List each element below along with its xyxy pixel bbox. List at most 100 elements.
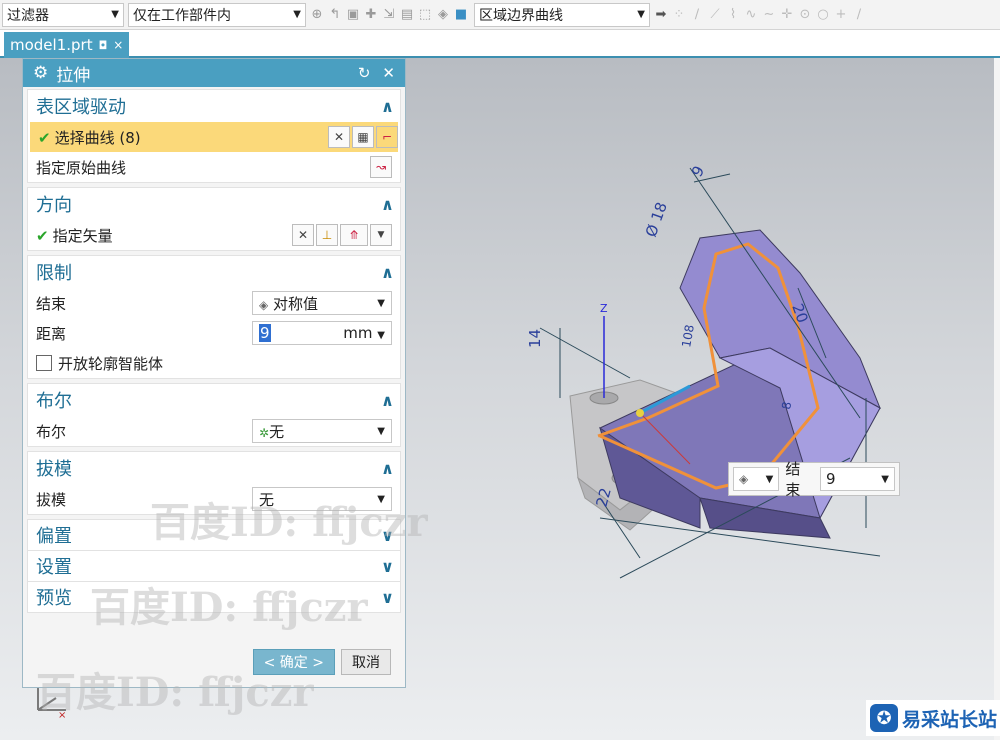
section-settings-header[interactable]: 设置 ∨ xyxy=(28,551,400,581)
draft-row: 拔模 无 ▼ xyxy=(28,484,400,514)
ok-button[interactable]: < 确定 > xyxy=(252,649,335,675)
expand-down-icon[interactable]: ∨ xyxy=(381,557,394,576)
cross-icon[interactable]: + xyxy=(834,7,848,22)
cancel-button[interactable]: 取消 xyxy=(341,649,391,675)
chevron-down-icon: ▼ xyxy=(881,473,889,485)
filter-dropdown[interactable]: 过滤器 ▼ xyxy=(2,2,124,27)
float-end-value-input[interactable]: 9 ▼ xyxy=(820,467,895,491)
chevron-down-icon: ▼ xyxy=(377,297,385,309)
pin-icon[interactable]: ◘ xyxy=(99,39,108,52)
section-limits-header[interactable]: 限制 ∧ xyxy=(28,256,400,288)
cursor-icon[interactable]: ↰ xyxy=(328,7,342,22)
extrude-dialog: ⚙ 拉伸 ↻ ✕ 表区域驱动 ∧ ✔ 选择曲线 (8) ✕ ▦ ⌐ 指定原始曲线 … xyxy=(22,58,406,688)
move-icon[interactable]: ⇲ xyxy=(382,7,396,22)
vector-icon[interactable]: ⤊ xyxy=(340,224,368,246)
expand-down-icon[interactable]: ∨ xyxy=(381,526,394,545)
svg-text:Z: Z xyxy=(600,302,608,315)
arrow-right-icon[interactable]: ➡ xyxy=(654,7,668,22)
select-all-icon[interactable]: ▤ xyxy=(400,7,414,22)
section-boolean-header[interactable]: 布尔 ∧ xyxy=(28,384,400,416)
line-icon[interactable]: ∕ xyxy=(690,7,704,22)
curve-rule-dropdown[interactable]: 区域边界曲线 ▼ xyxy=(474,2,650,27)
end-value: 对称值 xyxy=(273,294,319,313)
section-draft-header[interactable]: 拔模 ∧ xyxy=(28,452,400,484)
reset-icon[interactable]: ↻ xyxy=(358,64,371,82)
section-preview: 预览 ∨ xyxy=(27,581,401,613)
collapse-up-icon[interactable]: ∧ xyxy=(381,97,394,116)
select-curve-row[interactable]: ✔ 选择曲线 (8) ✕ ▦ ⌐ xyxy=(30,122,398,152)
sketch-icon[interactable]: ▦ xyxy=(352,126,374,148)
curve-rule-label: 区域边界曲线 xyxy=(479,7,563,24)
float-end-value: 9 xyxy=(826,470,836,488)
curve-pick-icon[interactable]: ↝ xyxy=(370,156,392,178)
tab-model1[interactable]: model1.prt ◘ × xyxy=(4,32,130,58)
end-label: 结束 xyxy=(36,294,67,313)
spline-icon[interactable]: ∿ xyxy=(744,7,758,22)
collapse-up-icon[interactable]: ∧ xyxy=(381,195,394,214)
snap-icon[interactable]: ⊕ xyxy=(310,7,324,22)
select-box-icon[interactable]: ▣ xyxy=(346,7,360,22)
collapse-up-icon[interactable]: ∧ xyxy=(381,459,394,478)
end-row: 结束 ◈ 对称值 ▼ xyxy=(28,288,400,318)
boolean-value: 无 xyxy=(269,422,285,441)
tangent-icon[interactable]: ✛ xyxy=(780,7,794,22)
boolean-dropdown[interactable]: ✲无 ▼ xyxy=(252,419,392,443)
open-profile-row[interactable]: 开放轮廓智能体 xyxy=(28,348,400,378)
cube-icon: ◈ xyxy=(259,297,269,312)
layer-icon[interactable]: ◈ xyxy=(436,7,450,22)
chevron-down-icon: ▼ xyxy=(377,493,385,505)
plus-icon[interactable]: ✚ xyxy=(364,7,378,22)
circle-icon[interactable]: ⊙ xyxy=(798,7,812,22)
reverse-direction-icon[interactable]: ⊥ xyxy=(316,224,338,246)
section-preview-header[interactable]: 预览 ∨ xyxy=(28,582,400,612)
expand-down-icon[interactable]: ∨ xyxy=(381,588,394,607)
section-draft-title: 拔模 xyxy=(36,459,72,480)
section-drive-title: 表区域驱动 xyxy=(36,97,126,118)
rectangle-select-icon[interactable]: ⬚ xyxy=(418,7,432,22)
end-dropdown[interactable]: ◈ 对称值 ▼ xyxy=(252,291,392,315)
slash-icon[interactable]: ∕ xyxy=(852,7,866,22)
dim-label-2: Ø 18 xyxy=(642,200,671,240)
site-logo: ✪ 易采站长站 xyxy=(866,700,1000,736)
gear-icon[interactable]: ⚙ xyxy=(33,63,48,83)
line2-icon[interactable]: ⟋ xyxy=(708,7,722,22)
vector-label: 指定矢量 xyxy=(52,226,113,245)
curve-icon[interactable]: ⌇ xyxy=(726,7,740,22)
draft-dropdown[interactable]: 无 ▼ xyxy=(252,487,392,511)
deselect-icon[interactable]: ✕ xyxy=(292,224,314,246)
dialog-footer: < 确定 > 取消 xyxy=(252,649,391,675)
circle2-icon[interactable]: ○ xyxy=(816,7,830,22)
cube-icon[interactable]: ■ xyxy=(454,7,468,22)
vector-row[interactable]: ✔ 指定矢量 ✕ ⊥ ⤊ ▼ xyxy=(28,220,400,250)
scope-dropdown[interactable]: 仅在工作部件内 ▼ xyxy=(128,2,306,27)
grid-snap-icon[interactable]: ⁘ xyxy=(672,7,686,22)
close-icon[interactable]: ✕ xyxy=(382,64,395,82)
orig-curve-row[interactable]: 指定原始曲线 ↝ xyxy=(28,152,400,182)
draft-label: 拔模 xyxy=(36,490,67,509)
cube-icon: ◈ xyxy=(739,472,749,486)
section-direction-header[interactable]: 方向 ∧ xyxy=(28,188,400,220)
distance-input[interactable]: 9 mm ▼ xyxy=(252,321,392,345)
tab-filename: model1.prt xyxy=(10,36,93,54)
boolean-row: 布尔 ✲无 ▼ xyxy=(28,416,400,446)
dialog-titlebar[interactable]: ⚙ 拉伸 ↻ ✕ xyxy=(23,59,405,87)
close-icon[interactable]: × xyxy=(113,38,123,52)
viewport-scrollbar[interactable] xyxy=(994,58,1000,740)
wave-icon[interactable]: ∼ xyxy=(762,7,776,22)
select-curve-label: 选择曲线 (8) xyxy=(54,128,141,147)
logo-mark-icon: ✪ xyxy=(870,704,898,732)
end-option-dropdown[interactable]: ◈ ▼ xyxy=(733,467,780,491)
chevron-down-icon: ▼ xyxy=(377,330,385,341)
chevron-down-icon[interactable]: ▼ xyxy=(370,224,392,246)
orig-curve-label: 指定原始曲线 xyxy=(36,158,127,177)
distance-label: 距离 xyxy=(36,324,67,343)
scope-label: 仅在工作部件内 xyxy=(133,7,231,24)
curve-select-icon[interactable]: ⌐ xyxy=(376,126,398,148)
deselect-icon[interactable]: ✕ xyxy=(328,126,350,148)
collapse-up-icon[interactable]: ∧ xyxy=(381,263,394,282)
open-profile-checkbox[interactable] xyxy=(36,355,52,371)
collapse-up-icon[interactable]: ∧ xyxy=(381,391,394,410)
section-drive-header[interactable]: 表区域驱动 ∧ xyxy=(28,90,400,122)
section-offset-header[interactable]: 偏置 ∨ xyxy=(28,520,400,550)
check-icon: ✔ xyxy=(36,226,49,245)
